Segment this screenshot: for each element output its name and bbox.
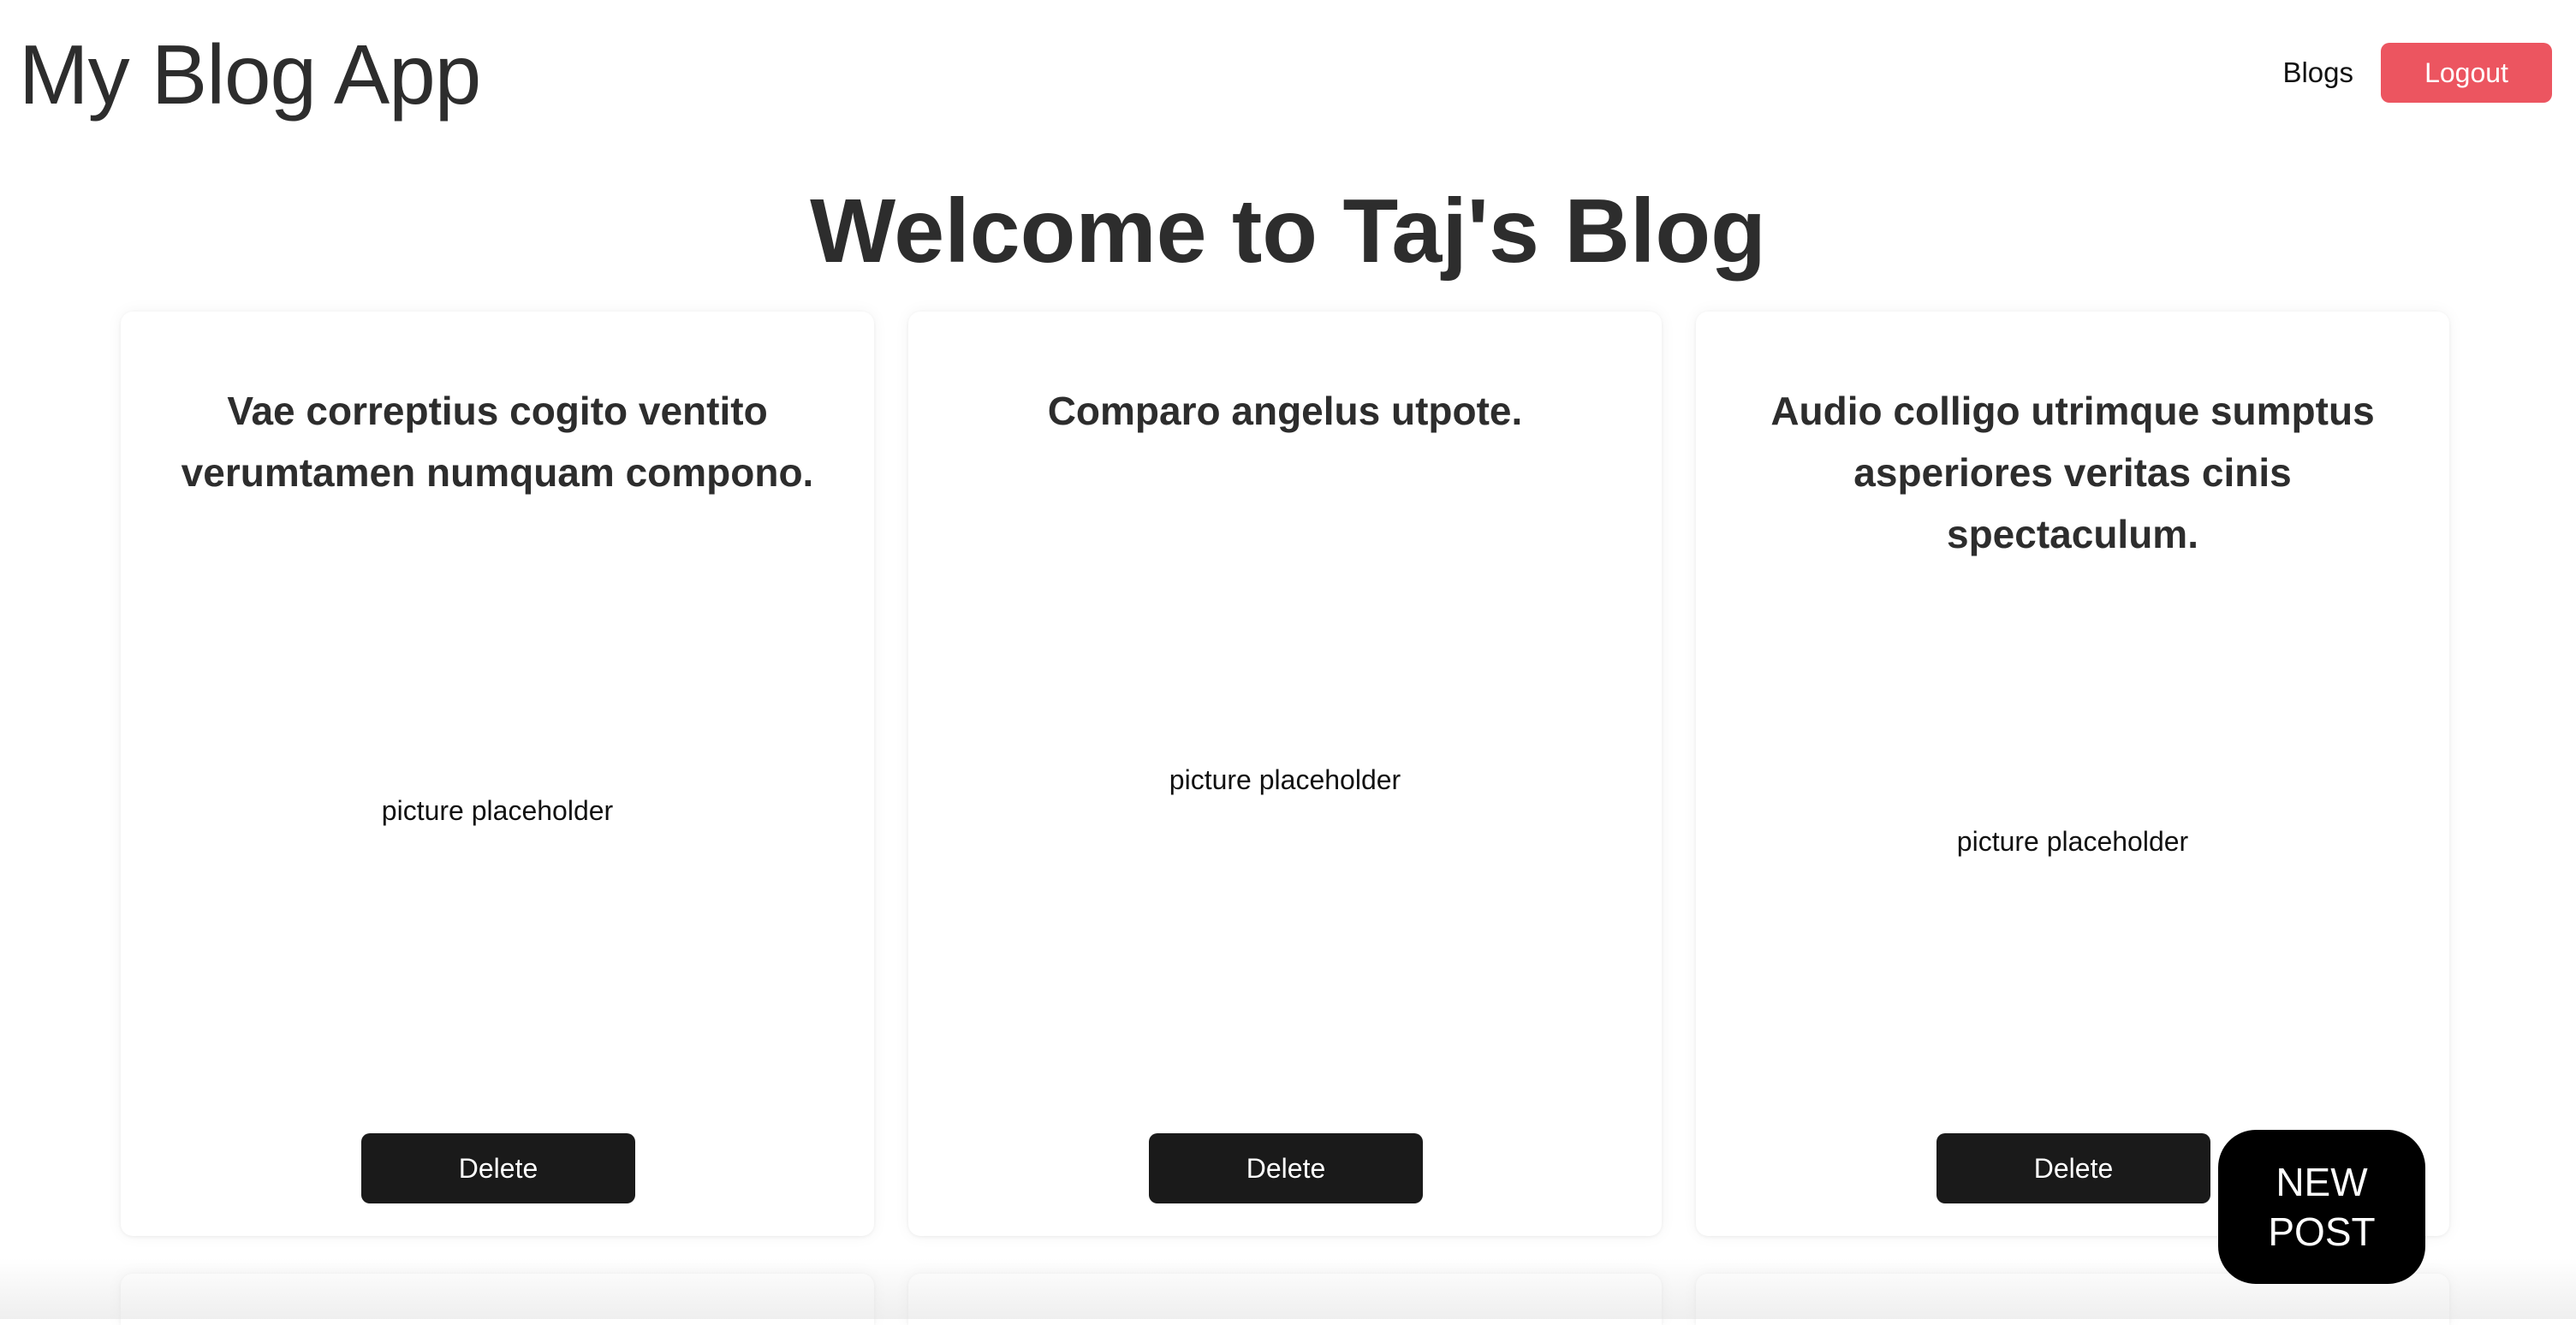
nav-link-blogs[interactable]: Blogs (2282, 56, 2353, 89)
page-title: Welcome to Taj's Blog (810, 181, 1766, 282)
blog-card-title: Comparo angelus utpote. (1047, 389, 1523, 433)
blog-card: Audio colligo utrimque sumptus asperiore… (1696, 312, 2449, 1236)
scroll-fade (0, 1258, 2576, 1319)
blog-card: Comparo angelus utpote. picture placehol… (908, 312, 1662, 1236)
blog-card-title: Audio colligo utrimque sumptus asperiore… (1770, 389, 2375, 556)
picture-placeholder: picture placeholder (1169, 764, 1401, 795)
new-post-button[interactable]: NEW POST (2218, 1130, 2425, 1284)
top-nav: Blogs Logout (2282, 43, 2552, 103)
delete-button[interactable]: Delete (1936, 1133, 2210, 1203)
blog-card-title: Vae correptius cogito ventito verumtamen… (181, 389, 814, 495)
blog-card: Vae correptius cogito ventito verumtamen… (121, 312, 874, 1236)
picture-placeholder: picture placeholder (381, 795, 614, 826)
picture-placeholder: picture placeholder (1956, 826, 2189, 857)
app-title: My Blog App (19, 27, 481, 122)
delete-button[interactable]: Delete (1149, 1133, 1423, 1203)
logout-button[interactable]: Logout (2381, 43, 2552, 103)
delete-button[interactable]: Delete (361, 1133, 635, 1203)
